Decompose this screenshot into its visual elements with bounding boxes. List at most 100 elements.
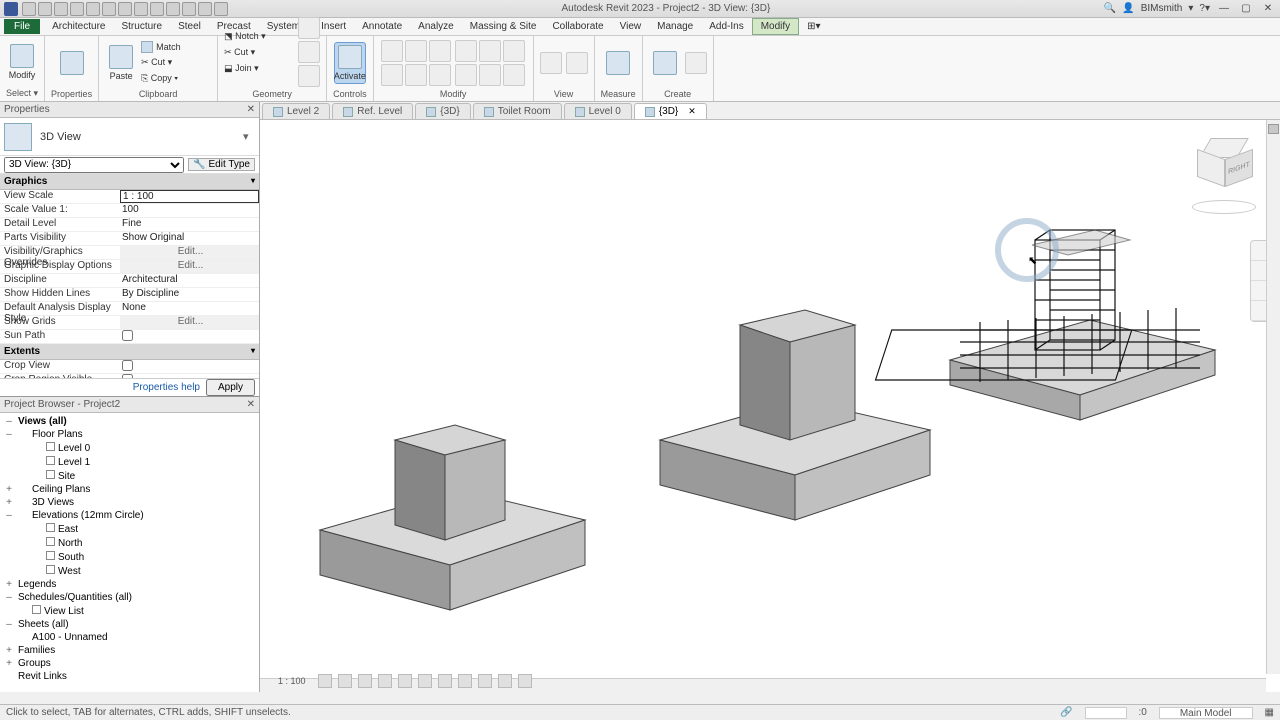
view-tab-close-icon[interactable]: ✕ xyxy=(688,106,696,117)
view-icon-2[interactable] xyxy=(566,52,588,74)
browser-close-icon[interactable]: ✕ xyxy=(247,399,255,410)
qat-measure-icon[interactable] xyxy=(118,2,132,16)
view-icon-1[interactable] xyxy=(540,52,562,74)
join-button[interactable]: ⬓ Join ▾ xyxy=(224,61,294,75)
qat-switch-icon[interactable] xyxy=(198,2,212,16)
prop-category[interactable]: Graphics xyxy=(0,174,259,190)
search-icon[interactable]: 🔍 xyxy=(1104,3,1116,14)
measure-button[interactable] xyxy=(602,42,634,84)
vc-shadow-icon[interactable] xyxy=(378,674,392,688)
tree-node[interactable]: +3D Views xyxy=(4,496,255,509)
tree-twisty-icon[interactable]: + xyxy=(4,484,14,495)
paste-button[interactable]: Paste xyxy=(105,42,137,84)
properties-help-link[interactable]: Properties help xyxy=(133,382,200,393)
tree-twisty-icon[interactable]: – xyxy=(4,429,14,440)
prop-row[interactable]: Show Hidden LinesBy Discipline xyxy=(0,288,259,302)
tree-node[interactable]: View List xyxy=(4,604,255,618)
tab-steel[interactable]: Steel xyxy=(170,19,209,34)
tree-twisty-icon[interactable]: – xyxy=(4,619,14,630)
view-tab[interactable]: Toilet Room xyxy=(473,103,562,119)
tree-node[interactable]: A100 - Unnamed xyxy=(4,631,255,644)
match-button[interactable]: Match xyxy=(141,40,211,54)
prop-value[interactable] xyxy=(120,330,259,343)
user-drop-icon[interactable]: ▾ xyxy=(1188,3,1193,14)
mirror-icon[interactable] xyxy=(429,40,451,62)
properties-close-icon[interactable]: ✕ xyxy=(247,104,255,115)
geo-icon-2[interactable] xyxy=(298,41,320,63)
tree-node[interactable]: Level 1 xyxy=(4,455,255,469)
tree-node[interactable]: +Legends xyxy=(4,578,255,591)
qat-print-icon[interactable] xyxy=(102,2,116,16)
tree-node[interactable]: Revit Links xyxy=(4,670,255,683)
tab-annotate[interactable]: Annotate xyxy=(354,19,410,34)
geo-cut-button[interactable]: ✂ Cut ▾ xyxy=(224,45,294,59)
tree-twisty-icon[interactable]: – xyxy=(4,592,14,603)
user-icon[interactable]: 👤 xyxy=(1122,3,1134,14)
tree-twisty-icon[interactable]: – xyxy=(4,510,14,521)
close-button[interactable]: ✕ xyxy=(1260,2,1276,16)
view-tab[interactable]: Level 2 xyxy=(262,103,330,119)
tree-node[interactable]: –Views (all) xyxy=(4,415,255,428)
qat-save-icon[interactable] xyxy=(38,2,52,16)
vc-render-icon[interactable] xyxy=(398,674,412,688)
status-worksets-icon[interactable]: 🔗 xyxy=(1060,707,1072,718)
vc-reveal-icon[interactable] xyxy=(498,674,512,688)
canvas-scroll-v[interactable] xyxy=(1266,120,1280,674)
prop-row[interactable]: Visibility/Graphics OverridesEdit... xyxy=(0,246,259,260)
tab-structure[interactable]: Structure xyxy=(113,19,170,34)
prop-row[interactable]: Parts VisibilityShow Original xyxy=(0,232,259,246)
qat-text-icon[interactable] xyxy=(150,2,164,16)
prop-value[interactable]: Edit... xyxy=(120,260,259,273)
status-workset-field[interactable] xyxy=(1085,707,1127,719)
tab-collaborate[interactable]: Collaborate xyxy=(544,19,611,34)
tree-node[interactable]: North xyxy=(4,536,255,550)
view-tab[interactable]: Level 0 xyxy=(564,103,632,119)
tree-twisty-icon[interactable]: + xyxy=(4,645,14,656)
prop-row[interactable]: Detail LevelFine xyxy=(0,218,259,232)
geo-icon-3[interactable] xyxy=(298,65,320,87)
tab-modify[interactable]: Modify xyxy=(752,18,799,35)
tab-analyze[interactable]: Analyze xyxy=(410,19,462,34)
drawing-canvas[interactable]: RIGHT xyxy=(260,120,1280,692)
create-icon-2[interactable] xyxy=(685,52,707,74)
tree-twisty-icon[interactable]: – xyxy=(4,416,14,427)
tab-manage[interactable]: Manage xyxy=(649,19,701,34)
type-drop-icon[interactable]: ▾ xyxy=(243,130,255,143)
prop-category[interactable]: Extents xyxy=(0,344,259,360)
qat-redo-icon[interactable] xyxy=(86,2,100,16)
maximize-button[interactable]: ▢ xyxy=(1238,2,1254,16)
prop-value[interactable]: Edit... xyxy=(120,316,259,329)
qat-drop-icon[interactable] xyxy=(214,2,228,16)
scroll-thumb-v[interactable] xyxy=(1268,124,1279,134)
activate-button[interactable]: Activate xyxy=(334,42,366,84)
tab-architecture[interactable]: Architecture xyxy=(44,19,113,34)
qat-open-icon[interactable] xyxy=(22,2,36,16)
vc-sun-icon[interactable] xyxy=(358,674,372,688)
tree-node[interactable]: –Floor Plans xyxy=(4,428,255,441)
prop-value[interactable]: Fine xyxy=(120,218,259,231)
properties-button[interactable] xyxy=(56,42,88,84)
rotate-icon[interactable] xyxy=(405,64,427,86)
pin-icon[interactable] xyxy=(479,64,501,86)
file-tab[interactable]: File xyxy=(4,19,40,34)
status-filter-icon[interactable]: ▦ xyxy=(1265,707,1274,718)
tree-twisty-icon[interactable]: + xyxy=(4,579,14,590)
user-name[interactable]: BIMsmith xyxy=(1141,3,1183,14)
view-tab[interactable]: {3D} xyxy=(415,103,470,119)
tab-massing[interactable]: Massing & Site xyxy=(462,19,545,34)
tree-twisty-icon[interactable]: + xyxy=(4,658,14,669)
tree-node[interactable]: +Families xyxy=(4,644,255,657)
prop-value[interactable]: None xyxy=(120,302,259,315)
status-mode-field[interactable]: Main Model xyxy=(1159,707,1253,719)
scale-icon[interactable] xyxy=(455,64,477,86)
tree-node[interactable]: +Groups xyxy=(4,657,255,670)
prop-row[interactable]: DisciplineArchitectural xyxy=(0,274,259,288)
tree-node[interactable]: –Elevations (12mm Circle) xyxy=(4,509,255,522)
prop-value[interactable] xyxy=(120,374,259,378)
prop-row[interactable]: Scale Value 1:100 xyxy=(0,204,259,218)
tab-addins[interactable]: Add-Ins xyxy=(701,19,751,34)
prop-value[interactable]: 100 xyxy=(120,204,259,217)
prop-row[interactable]: Default Analysis Display StyleNone xyxy=(0,302,259,316)
qat-undo-icon[interactable] xyxy=(70,2,84,16)
tree-node[interactable]: South xyxy=(4,550,255,564)
